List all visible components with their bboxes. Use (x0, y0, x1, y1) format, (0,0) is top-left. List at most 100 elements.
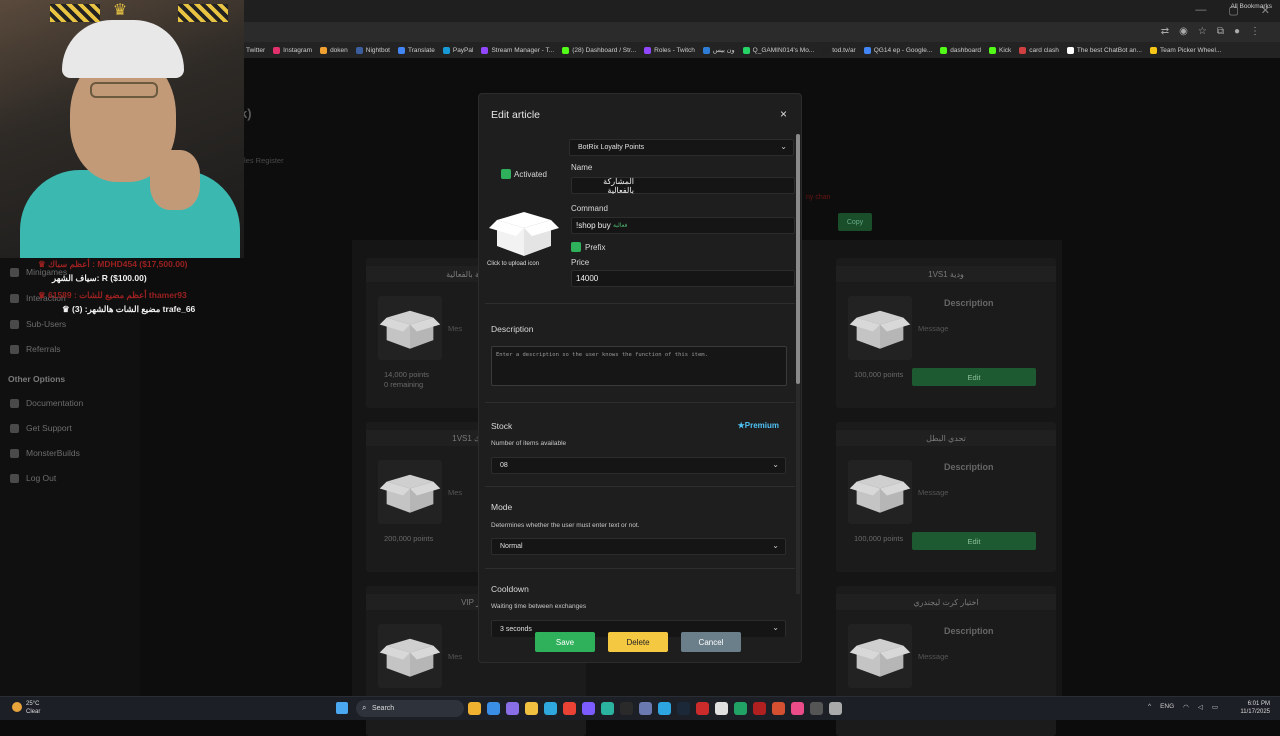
bookmark-item[interactable]: Nightbot (355, 46, 390, 54)
divider (485, 486, 795, 487)
cooldown-label: Cooldown (491, 584, 529, 594)
bookmark-favicon-icon (1019, 46, 1027, 54)
bookmark-item[interactable]: Team Picker Wheel... (1149, 46, 1221, 54)
card-message: Mes (448, 324, 463, 333)
menu-icon[interactable]: ⋮ (1250, 26, 1260, 37)
stock-select[interactable]: 08 ⌄ (491, 457, 786, 474)
taskbar-app-icon[interactable] (525, 702, 538, 715)
bookmark-item[interactable]: Instagram (273, 46, 312, 54)
bookmark-item[interactable]: The best ChatBot an... (1066, 46, 1142, 54)
sidebar-item-referrals[interactable]: Referrals (10, 344, 60, 354)
bookmark-item[interactable]: PayPal (442, 46, 473, 54)
volume-icon[interactable]: ◁ (1198, 703, 1203, 711)
bookmark-favicon-icon (644, 46, 652, 54)
bookmark-item[interactable]: Kick (989, 46, 1011, 54)
taskbar-app-icon[interactable] (544, 702, 557, 715)
bookmark-favicon-icon (273, 46, 281, 54)
box-icon (848, 624, 912, 688)
minimize-icon[interactable]: — (1195, 4, 1206, 17)
chevron-up-icon[interactable]: ^ (1148, 703, 1151, 711)
card-message: Mes (448, 652, 463, 661)
name-input[interactable]: المشاركة بالفعالية (571, 177, 795, 195)
referrals-icon (10, 344, 19, 354)
mode-select[interactable]: Normal ⌄ (491, 538, 786, 555)
bookmark-item[interactable]: dashboard (940, 46, 981, 54)
bookmark-item[interactable]: Stream Manager - T... (481, 46, 554, 54)
wifi-icon[interactable]: ◠ (1183, 703, 1189, 711)
taskbar-app-icon[interactable] (487, 702, 500, 715)
bookmark-item[interactable]: Translate (398, 46, 435, 54)
taskbar-app-icon[interactable] (715, 702, 728, 715)
sidebar-item-log-out[interactable]: Log Out (10, 473, 56, 483)
taskbar-app-icon[interactable] (810, 702, 823, 715)
lang-indicator[interactable]: ENG (1160, 703, 1174, 711)
chevron-down-icon: ⌄ (772, 623, 779, 632)
sidebar-item-get-support[interactable]: Get Support (10, 423, 72, 433)
webcam-hoodie (20, 170, 240, 258)
bookmark-item[interactable]: tod.tv/ar (822, 46, 856, 54)
currency-select[interactable]: BotRix Loyalty Points ⌄ (569, 139, 794, 156)
bookmark-item[interactable]: Roles - Twitch (644, 46, 695, 54)
sidebar-item-documentation[interactable]: Documentation (10, 398, 83, 408)
taskbar-app-icon[interactable] (563, 702, 576, 715)
taskbar-clock[interactable]: 6:01 PM 11/17/2025 (1240, 700, 1270, 716)
bookmark-item[interactable]: doken (320, 46, 348, 54)
taskbar-app-icon[interactable] (639, 702, 652, 715)
taskbar-app-icon[interactable] (677, 702, 690, 715)
windows-start-icon[interactable] (336, 702, 348, 714)
prefix-checkbox[interactable] (571, 242, 581, 252)
battery-icon[interactable]: ▭ (1212, 703, 1218, 711)
all-bookmarks[interactable]: All Bookmarks (1230, 3, 1272, 10)
tab-register[interactable]: les Register (244, 156, 284, 165)
sidebar-item-sub-users[interactable]: Sub-Users (10, 319, 66, 329)
bookmark-item[interactable]: Q_GAMIN014's Mo... (742, 46, 814, 54)
bookmark-favicon-icon (822, 46, 830, 54)
extensions-icon[interactable]: ⧉ (1217, 26, 1224, 37)
taskbar-app-icon[interactable] (772, 702, 785, 715)
price-input[interactable]: 14000 (571, 270, 795, 287)
taskbar-app-icon[interactable] (468, 702, 481, 715)
bookmark-favicon-icon (863, 46, 871, 54)
upload-icon-button[interactable]: Click to upload icon (487, 206, 561, 267)
taskbar-app-icon[interactable] (506, 702, 519, 715)
bookmark-item[interactable]: card clash (1019, 46, 1059, 54)
edit-button[interactable]: Edit (912, 532, 1036, 550)
sidebar-item-monsterbuilds[interactable]: MonsterBuilds (10, 448, 80, 458)
taskbar-app-icon[interactable] (829, 702, 842, 715)
taskbar-app-icon[interactable] (601, 702, 614, 715)
taskbar-app-icon[interactable] (753, 702, 766, 715)
taskbar-app-icon[interactable] (658, 702, 671, 715)
weather-widget[interactable]: 25°C Clear (26, 700, 40, 716)
taskbar-search[interactable]: ⌕ Search (356, 700, 464, 717)
activated-checkbox[interactable] (501, 169, 511, 179)
bookmark-item[interactable]: QG14 ep - Google... (863, 46, 932, 54)
copy-button[interactable]: Copy (838, 213, 872, 231)
bookmark-favicon-icon (1149, 46, 1157, 54)
taskbar-app-icon[interactable] (791, 702, 804, 715)
chevron-down-icon: ⌄ (772, 541, 779, 550)
card-title: 1VS1 ودية (836, 266, 1056, 282)
bookmark-item[interactable]: ون بيس (702, 46, 735, 54)
eye-off-icon[interactable]: ◉ (1179, 26, 1188, 37)
cancel-button[interactable]: Cancel (681, 632, 741, 652)
taskbar-app-icon[interactable] (620, 702, 633, 715)
bookmark-item[interactable]: (28) Dashboard / Str... (562, 46, 636, 54)
star-icon[interactable]: ☆ (1198, 26, 1207, 37)
close-icon[interactable]: × (780, 107, 787, 121)
taskbar-app-icon[interactable] (734, 702, 747, 715)
crown-icon: ♛ (112, 2, 128, 19)
profile-icon[interactable]: ● (1234, 26, 1240, 37)
divider (485, 402, 795, 403)
taskbar-app-icon[interactable] (582, 702, 595, 715)
edit-button[interactable]: Edit (912, 368, 1036, 386)
modal-scrollbar-thumb[interactable] (796, 134, 800, 384)
chevron-down-icon: ⌄ (772, 460, 779, 469)
translate-icon[interactable]: ⇄ (1161, 26, 1169, 37)
delete-button[interactable]: Delete (608, 632, 668, 652)
save-button[interactable]: Save (535, 632, 595, 652)
card-points: 100,000 points (854, 370, 904, 379)
premium-badge[interactable]: ★Premium (738, 421, 779, 430)
taskbar-app-icon[interactable] (696, 702, 709, 715)
command-input[interactable]: !shop buy فعالية (571, 217, 795, 234)
description-textarea[interactable]: Enter a description so the user knows th… (491, 346, 787, 386)
